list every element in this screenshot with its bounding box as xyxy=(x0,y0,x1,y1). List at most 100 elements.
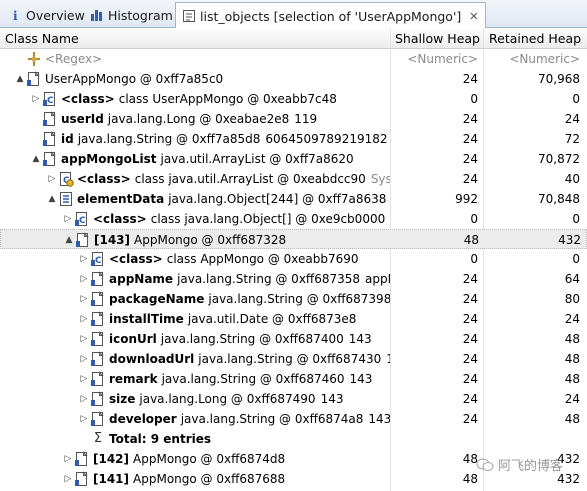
shallow-heap-cell: 24 xyxy=(462,112,478,126)
tree-row[interactable]: ▷ downloadUrl java.lang.String @ 0xff68743… xyxy=(0,349,587,369)
field-name: <class> xyxy=(93,212,147,226)
object-label: java.lang.String @ 0xff687398 xyxy=(208,292,390,306)
sigma-icon: Σ xyxy=(93,431,103,446)
expand-toggle-icon[interactable]: ▷ xyxy=(62,469,74,489)
object-label: AppMongo @ 0xff6874d8 xyxy=(133,452,286,466)
object-label: class java.util.ArrayList @ 0xeabdcc90 xyxy=(134,172,366,186)
retained-heap-cell: 70,848 xyxy=(538,192,580,206)
object-label: java.lang.Object[244] @ 0xff7a8638 xyxy=(168,192,387,206)
collapse-toggle-icon[interactable]: ▲ xyxy=(14,69,26,89)
tree-row-name-cell: userId java.lang.Long @ 0xeabae2e8 119 xyxy=(0,109,390,129)
tree-row[interactable]: ▲ elementData java.lang.Object[244] @ 0xff… xyxy=(0,189,587,209)
expand-toggle-icon[interactable]: ▷ xyxy=(78,249,90,269)
shallow-heap-cell: 0 xyxy=(470,212,478,226)
filter-row[interactable]: <Regex> <Numeric> <Numeric> xyxy=(0,49,587,69)
expand-toggle-icon[interactable]: ▷ xyxy=(78,369,90,389)
tree-row[interactable]: ▷ remark java.lang.String @ 0xff687460 143 2… xyxy=(0,369,587,389)
object-icon xyxy=(90,271,106,287)
object-label: UserAppMongo @ 0xff7a85c0 xyxy=(45,72,224,86)
object-label: class AppMongo @ 0xeabb7690 xyxy=(166,252,359,266)
tab-list-objects[interactable]: list_objects [selection of 'UserAppMongo… xyxy=(175,2,486,29)
object-value: System xyxy=(370,172,390,186)
histogram-icon xyxy=(90,8,104,22)
numeric-filter-retained[interactable]: <Numeric> xyxy=(486,49,582,69)
tree-row-name-cell: ▷ installTime java.util.Date @ 0xff6873e8 xyxy=(0,309,390,329)
tree-row[interactable]: ▲ [143] AppMongo @ 0xff687328 48 432 xyxy=(0,229,587,249)
column-header-retained-heap[interactable]: Retained Heap xyxy=(484,28,582,49)
collapse-toggle-icon[interactable]: ▲ xyxy=(30,149,42,169)
column-header-shallow-heap[interactable]: Shallow Heap xyxy=(390,28,482,49)
expand-toggle-icon[interactable]: ▷ xyxy=(78,289,90,309)
tree-row-name-cell: ▲ elementData java.lang.Object[244] @ 0xff… xyxy=(0,189,390,209)
object-label: java.lang.Long @ 0xeabae2e8 xyxy=(107,112,290,126)
expand-toggle-icon[interactable]: ▷ xyxy=(78,309,90,329)
object-icon xyxy=(90,331,106,347)
class-object-icon: C xyxy=(42,91,58,107)
wechat-icon xyxy=(476,458,494,472)
retained-heap-cell: 432 xyxy=(558,233,581,247)
expand-toggle-icon[interactable]: ▷ xyxy=(78,329,90,349)
expand-toggle-icon[interactable]: ▷ xyxy=(62,209,74,229)
object-icon xyxy=(90,311,106,327)
regex-filter-icon xyxy=(26,51,42,67)
tree-row[interactable]: userId java.lang.Long @ 0xeabae2e8 119 24 24 xyxy=(0,109,587,129)
expand-toggle-icon[interactable]: ▷ xyxy=(62,449,74,469)
expand-toggle-icon[interactable]: ▷ xyxy=(46,169,58,189)
field-name: id xyxy=(61,132,74,146)
tree-row[interactable]: Σ Total: 9 entries xyxy=(0,429,587,449)
tree-row[interactable]: ▷ appName java.lang.String @ 0xff687358 app… xyxy=(0,269,587,289)
tree-row-name-cell: ▲ UserAppMongo @ 0xff7a85c0 xyxy=(0,69,390,89)
class-object-gc-icon: C xyxy=(58,171,74,187)
tree-row[interactable]: ▷ C <class> class java.lang.Object[] @ 0xe9… xyxy=(0,209,587,229)
shallow-heap-cell: 24 xyxy=(462,352,478,366)
tree-row[interactable]: ▲ UserAppMongo @ 0xff7a85c0 24 70,968 xyxy=(0,69,587,89)
retained-heap-cell: 48 xyxy=(564,372,580,386)
tree-row[interactable]: ▷ installTime java.util.Date @ 0xff6873e8 2… xyxy=(0,309,587,329)
collapse-toggle-icon[interactable]: ▲ xyxy=(63,230,75,250)
tree-row[interactable]: ▷ packageName java.lang.String @ 0xff68739… xyxy=(0,289,587,309)
column-header-class-name[interactable]: Class Name xyxy=(0,28,84,49)
expand-toggle-icon[interactable]: ▷ xyxy=(78,409,90,429)
object-icon xyxy=(74,451,90,467)
collapse-toggle-icon[interactable]: ▲ xyxy=(46,189,58,209)
array-icon xyxy=(58,191,74,207)
object-icon xyxy=(74,471,90,487)
tree-row[interactable]: ▷ C <class> class java.util.ArrayList @ 0xe… xyxy=(0,169,587,189)
retained-heap-cell: 0 xyxy=(572,92,580,106)
object-icon xyxy=(90,391,106,407)
retained-heap-cell: 48 xyxy=(564,412,580,426)
regex-filter-input[interactable]: <Regex> xyxy=(45,49,102,69)
object-icon xyxy=(42,131,58,147)
retained-heap-cell: 0 xyxy=(572,252,580,266)
shallow-heap-cell: 24 xyxy=(462,372,478,386)
object-value: 143 xyxy=(368,412,390,426)
expand-toggle-icon[interactable]: ▷ xyxy=(78,269,90,289)
shallow-heap-cell: 24 xyxy=(462,332,478,346)
tree-row[interactable]: ▷ developer java.lang.String @ 0xff6874a8 1… xyxy=(0,409,587,429)
object-label: class java.lang.Object[] @ 0xe9cb0000 xyxy=(150,212,386,226)
tab-histogram-label: Histogram xyxy=(108,7,173,23)
object-value: 6064509789219182 xyxy=(265,132,388,146)
tree-row-name-cell: ▲ [143] AppMongo @ 0xff687328 xyxy=(1,230,391,250)
retained-heap-cell: 48 xyxy=(564,332,580,346)
tree-row[interactable]: ▷ C <class> class UserAppMongo @ 0xeabb7c48… xyxy=(0,89,587,109)
expand-toggle-icon[interactable]: ▷ xyxy=(78,389,90,409)
close-icon[interactable]: ✕ xyxy=(469,10,478,23)
numeric-filter-shallow[interactable]: <Numeric> xyxy=(390,49,482,69)
tree-row[interactable]: ▷ size java.lang.Long @ 0xff687490 143 24 24 xyxy=(0,389,587,409)
field-name: userId xyxy=(61,112,104,126)
tree-row[interactable]: ▷ iconUrl java.lang.String @ 0xff687400 143… xyxy=(0,329,587,349)
expand-toggle-icon[interactable]: ▷ xyxy=(78,349,90,369)
tree-row[interactable]: ▲ appMongoList java.util.ArrayList @ 0xff7… xyxy=(0,149,587,169)
tree-row-name-cell: ▷ size java.lang.Long @ 0xff687490 143 xyxy=(0,389,390,409)
tree-row[interactable]: ▷ C <class> class AppMongo @ 0xeabb7690 0 0 xyxy=(0,249,587,269)
retained-heap-cell: 48 xyxy=(564,352,580,366)
tree-row-name-cell: ▷ C <class> class java.util.ArrayList @ 0xe… xyxy=(0,169,390,189)
object-label: java.lang.String @ 0xff687430 xyxy=(198,352,382,366)
tree-row[interactable]: id java.lang.String @ 0xff7a85d8 606450978… xyxy=(0,129,587,149)
tab-histogram[interactable]: Histogram xyxy=(84,3,179,27)
tab-overview[interactable]: i Overview xyxy=(2,3,91,27)
shallow-heap-cell: 24 xyxy=(462,152,478,166)
field-name: developer xyxy=(109,412,177,426)
expand-toggle-icon[interactable]: ▷ xyxy=(30,89,42,109)
